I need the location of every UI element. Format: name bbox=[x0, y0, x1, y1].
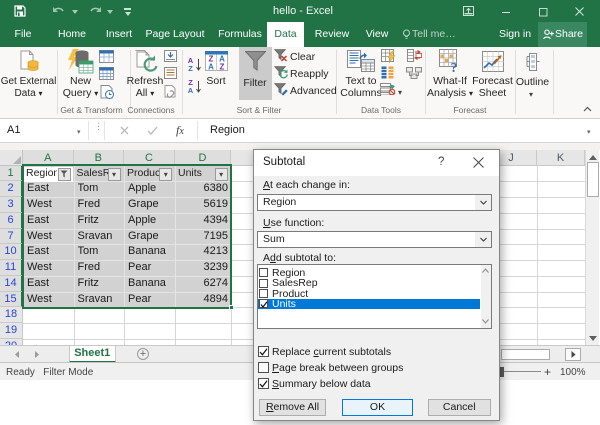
svg-text:A: A bbox=[208, 63, 214, 72]
svg-text:?: ? bbox=[451, 61, 458, 74]
svg-text:Z: Z bbox=[220, 63, 225, 72]
